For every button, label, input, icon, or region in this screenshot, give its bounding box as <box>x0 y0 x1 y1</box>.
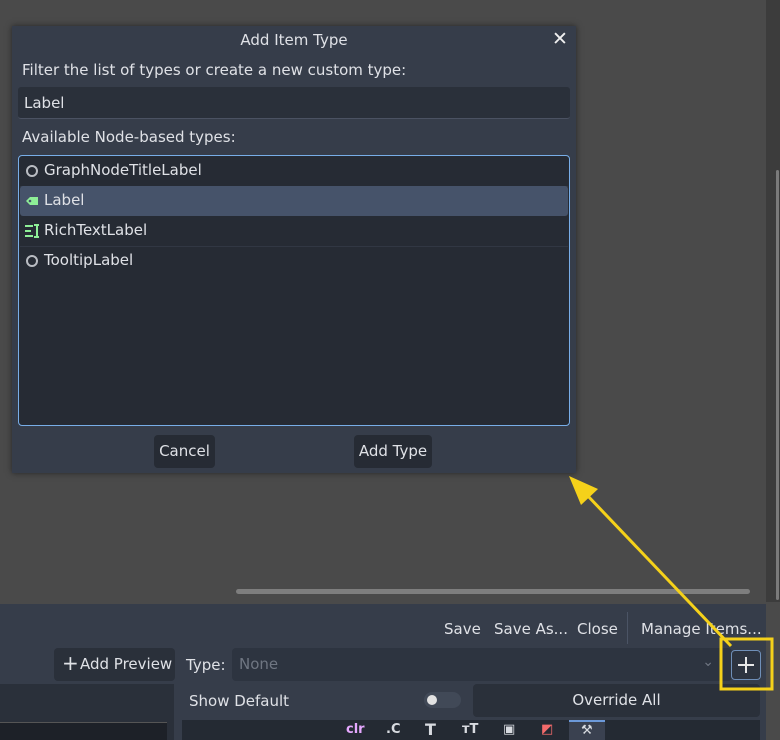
preview-tab-strip <box>0 722 167 740</box>
label-tag-icon <box>26 197 38 205</box>
icon-tab-icon[interactable]: ▣ <box>503 722 515 737</box>
override-all-button[interactable]: Override All <box>473 684 760 717</box>
type-placeholder: None <box>239 655 279 673</box>
tab-active-indicator[interactable]: ⚒ <box>569 720 605 740</box>
toolbar-separator <box>627 612 628 644</box>
circle-icon <box>26 255 38 267</box>
manage-items-button[interactable]: Manage Items... <box>641 620 762 638</box>
vertical-scrollbar-thumb[interactable] <box>776 170 779 600</box>
add-preview-button[interactable]: + Add Preview <box>54 648 175 681</box>
font-size-tab-icon[interactable]: ᴛT <box>462 722 478 737</box>
plus-icon <box>738 657 754 673</box>
save-as-button[interactable]: Save As... <box>494 620 568 638</box>
list-item[interactable]: TooltipLabel <box>20 246 568 276</box>
type-list[interactable]: GraphNodeTitleLabel Label RichTextLabel <box>18 155 570 426</box>
save-button[interactable]: Save <box>444 620 481 638</box>
annotation-arrow-head <box>569 476 598 505</box>
show-default-toggle[interactable] <box>424 692 461 708</box>
list-item-label: RichTextLabel <box>44 221 148 239</box>
plus-icon: + <box>62 651 79 675</box>
close-button[interactable]: Close <box>577 620 618 638</box>
constant-tab-icon[interactable]: .C <box>386 722 400 737</box>
circle-icon <box>26 165 38 177</box>
list-item[interactable]: GraphNodeTitleLabel <box>20 156 568 186</box>
richtext-icon <box>25 224 39 238</box>
available-types-label: Available Node-based types: <box>22 128 236 146</box>
add-preview-label: Add Preview <box>80 655 173 673</box>
stylebox-tab-icon[interactable]: ◩ <box>541 722 553 737</box>
list-item-selected[interactable]: Label <box>20 186 568 216</box>
list-item-label: TooltipLabel <box>44 251 134 269</box>
filter-label: Filter the list of types or create a new… <box>22 61 407 79</box>
list-item-label: Label <box>44 191 85 209</box>
add-type-button[interactable]: Add Type <box>354 435 432 468</box>
type-dropdown[interactable]: None ⌄ <box>232 648 732 681</box>
color-tab-icon[interactable]: clr <box>346 722 365 737</box>
show-default-label: Show Default <box>189 692 290 710</box>
filter-input-value: Label <box>24 94 65 112</box>
chevron-down-icon: ⌄ <box>702 654 714 670</box>
property-tab-bar: clr .C T ᴛT ▣ ◩ ⚒ <box>182 720 760 740</box>
add-item-type-button[interactable] <box>731 650 761 680</box>
cancel-button[interactable]: Cancel <box>154 435 215 468</box>
tools-tab-icon: ⚒ <box>581 723 593 738</box>
list-item[interactable]: RichTextLabel <box>20 216 568 246</box>
list-item-label: GraphNodeTitleLabel <box>44 161 202 179</box>
toggle-knob <box>427 695 437 705</box>
horizontal-scrollbar-thumb[interactable] <box>236 589 750 594</box>
close-icon[interactable]: ✕ <box>548 27 572 51</box>
font-tab-icon[interactable]: T <box>425 720 436 739</box>
add-item-type-dialog: Add Item Type ✕ Filter the list of types… <box>12 26 576 473</box>
dialog-title: Add Item Type <box>240 31 348 49</box>
type-label: Type: <box>186 656 226 674</box>
filter-input[interactable]: Label <box>18 87 570 119</box>
